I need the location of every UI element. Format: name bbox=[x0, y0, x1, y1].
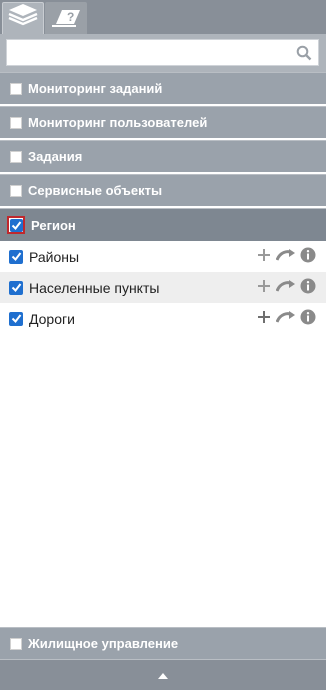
search-icon[interactable] bbox=[296, 45, 312, 66]
group-checkbox[interactable] bbox=[10, 184, 22, 197]
help-map-icon: ? bbox=[50, 4, 82, 33]
layer-item-districts[interactable]: Районы bbox=[0, 241, 326, 272]
search-box bbox=[6, 39, 319, 66]
group-region[interactable]: Регион bbox=[0, 208, 326, 241]
group-label: Задания bbox=[28, 149, 83, 164]
search-input[interactable] bbox=[7, 40, 287, 65]
group-tasks[interactable]: Задания bbox=[0, 140, 326, 172]
group-label: Сервисные объекты bbox=[28, 183, 163, 198]
group-task-monitoring[interactable]: Мониторинг заданий bbox=[0, 72, 326, 104]
layer-checkbox[interactable] bbox=[9, 249, 23, 264]
layer-actions bbox=[256, 247, 316, 268]
layers-icon bbox=[7, 4, 39, 33]
collapse-up-icon[interactable] bbox=[158, 666, 168, 684]
layer-actions bbox=[256, 309, 316, 330]
layer-checkbox[interactable] bbox=[9, 311, 23, 326]
panel-tabbar: ? bbox=[0, 0, 326, 34]
layer-checkbox[interactable] bbox=[9, 280, 23, 295]
group-checkbox[interactable] bbox=[10, 637, 22, 650]
plus-icon[interactable] bbox=[256, 309, 272, 330]
tab-help[interactable]: ? bbox=[45, 2, 87, 34]
group-checkbox[interactable] bbox=[10, 116, 22, 129]
layer-actions bbox=[256, 278, 316, 299]
layer-label: Районы bbox=[29, 248, 80, 265]
layer-label: Дороги bbox=[29, 310, 75, 327]
zoom-to-icon[interactable] bbox=[275, 309, 296, 330]
svg-text:?: ? bbox=[67, 10, 74, 24]
group-label: Регион bbox=[31, 217, 76, 233]
layer-item-settlements[interactable]: Населенные пункты bbox=[0, 272, 326, 303]
collapse-bar[interactable] bbox=[0, 659, 326, 690]
group-housing-management[interactable]: Жилищное управление bbox=[0, 627, 326, 659]
group-checkbox-checked[interactable] bbox=[7, 216, 25, 234]
plus-icon[interactable] bbox=[256, 278, 272, 299]
zoom-to-icon[interactable] bbox=[275, 247, 296, 268]
plus-icon[interactable] bbox=[256, 247, 272, 268]
info-icon[interactable] bbox=[300, 309, 316, 330]
group-label: Жилищное управление bbox=[28, 636, 179, 651]
info-icon[interactable] bbox=[300, 278, 316, 299]
tab-layers[interactable] bbox=[2, 2, 44, 34]
check-icon bbox=[9, 218, 23, 232]
layer-label: Населенные пункты bbox=[29, 279, 160, 296]
group-checkbox[interactable] bbox=[10, 150, 22, 163]
search-bar bbox=[0, 34, 326, 72]
group-service-objects[interactable]: Сервисные объекты bbox=[0, 174, 326, 206]
layer-item-roads[interactable]: Дороги bbox=[0, 303, 326, 334]
group-label: Мониторинг заданий bbox=[28, 81, 163, 96]
zoom-to-icon[interactable] bbox=[275, 278, 296, 299]
group-user-monitoring[interactable]: Мониторинг пользователей bbox=[0, 106, 326, 138]
group-checkbox[interactable] bbox=[10, 82, 22, 95]
group-label: Мониторинг пользователей bbox=[28, 115, 208, 130]
info-icon[interactable] bbox=[300, 247, 316, 268]
layer-list: Районы Населенные пункты Дороги bbox=[0, 241, 326, 334]
